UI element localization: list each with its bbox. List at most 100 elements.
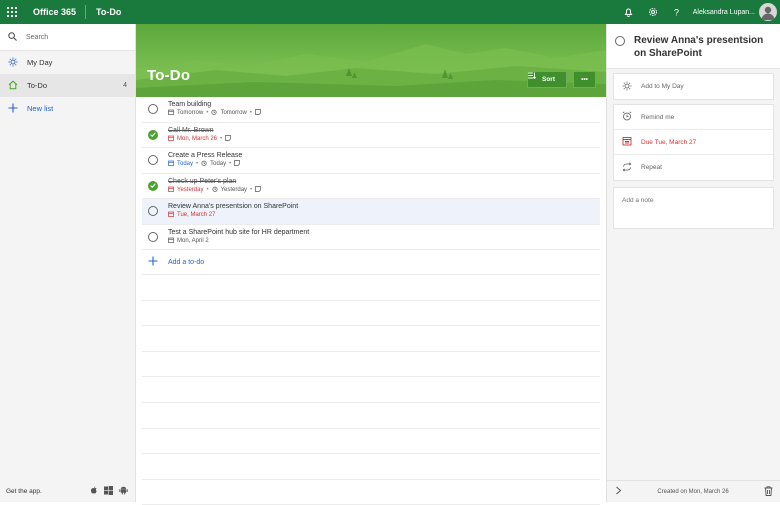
sun-icon	[8, 57, 18, 69]
trash-icon[interactable]	[764, 485, 773, 498]
task-title: Call Mr. Brown	[168, 126, 214, 134]
note-icon	[225, 134, 231, 143]
search-icon	[8, 28, 17, 46]
waffle-icon[interactable]	[0, 0, 24, 24]
my-day-card: Add to My Day	[613, 73, 774, 100]
android-icon[interactable]	[119, 486, 128, 497]
schedule-card: Remind me Due Tue, March 27 Repeat	[613, 104, 774, 181]
calendar-icon	[168, 237, 174, 245]
sort-button[interactable]: Sort	[527, 71, 567, 88]
note-icon	[255, 109, 261, 117]
new-list-button[interactable]: New list	[0, 97, 135, 120]
task-row[interactable]: Check up Peter's plan Yesterday • Yester…	[142, 174, 600, 199]
add-to-my-day-label: Add to My Day	[641, 83, 684, 90]
due-date: Tomorrow	[177, 110, 204, 117]
detail-task-title[interactable]: Review Anna's presentsion on SharePoint	[634, 34, 774, 60]
sun-icon	[622, 81, 632, 93]
top-bar: Office 365 To-Do ? Aleksandra Lupan...	[0, 0, 780, 24]
calendar-icon	[622, 136, 632, 148]
task-title: Check up Peter's plan	[168, 177, 237, 185]
more-icon: •••	[581, 76, 588, 83]
sidebar: Search My Day To-Do 4 New list Get the a…	[0, 24, 136, 502]
check-icon	[150, 132, 156, 138]
task-row[interactable]: Test a SharePoint hub site for HR depart…	[142, 225, 600, 250]
home-icon	[8, 80, 18, 92]
separator-dot: •	[250, 186, 253, 193]
get-app-footer: Get the app.	[0, 480, 136, 502]
add-todo-input[interactable]: Add a to-do	[168, 259, 204, 266]
repeat-icon	[622, 162, 632, 174]
due-date-button[interactable]: Due Tue, March 27	[614, 130, 773, 155]
task-detail-pane: Review Anna's presentsion on SharePoint …	[606, 24, 780, 502]
due-date: Today	[177, 161, 194, 168]
calendar-icon	[168, 109, 174, 117]
list-title: To-Do	[147, 67, 191, 84]
reminder-icon	[201, 160, 207, 168]
add-todo-button[interactable]: Add a to-do	[142, 250, 600, 275]
complete-checkbox[interactable]	[148, 129, 158, 140]
suite-title[interactable]: Office 365	[24, 5, 87, 19]
sidebar-item-my-day[interactable]: My Day	[0, 51, 135, 74]
check-icon	[150, 183, 156, 189]
get-app-label[interactable]: Get the app.	[6, 488, 42, 495]
complete-checkbox[interactable]	[615, 36, 625, 46]
task-row[interactable]: Call Mr. Brown Mon, March 26 •	[142, 123, 600, 148]
search-box[interactable]: Search	[0, 24, 135, 51]
reminder-icon	[212, 186, 218, 194]
calendar-icon	[168, 211, 174, 219]
created-date: Created on Mon, March 26	[657, 488, 729, 495]
user-name[interactable]: Aleksandra Lupan...	[689, 9, 759, 16]
note-field[interactable]: Add a note	[613, 187, 774, 229]
task-row[interactable]: Team building Tomorrow • Tomorrow •	[142, 97, 600, 123]
repeat-button[interactable]: Repeat	[614, 155, 773, 180]
svg-text:?: ?	[674, 8, 679, 18]
task-row[interactable]: Create a Press Release Today • Today •	[142, 148, 600, 174]
plus-icon	[148, 256, 158, 268]
help-icon[interactable]: ?	[665, 0, 689, 24]
apple-icon[interactable]	[90, 486, 98, 497]
complete-checkbox[interactable]	[148, 104, 158, 115]
task-title: Team building	[168, 101, 212, 109]
due-date-label: Due Tue, March 27	[641, 138, 697, 146]
reminder-date: Tomorrow	[220, 110, 247, 117]
remind-me-label: Remind me	[641, 113, 675, 121]
plus-icon	[8, 103, 18, 115]
complete-checkbox[interactable]	[148, 155, 158, 166]
app-title[interactable]: To-Do	[86, 7, 121, 17]
chevron-right-icon[interactable]	[615, 486, 622, 497]
note-icon	[234, 160, 241, 168]
detail-footer: Created on Mon, March 26	[607, 480, 780, 502]
sidebar-item-label: My Day	[27, 58, 53, 67]
due-date: Mon, April 2	[177, 237, 209, 244]
more-options-button[interactable]: •••	[573, 71, 596, 88]
bell-icon[interactable]	[617, 0, 641, 24]
add-to-my-day-button[interactable]: Add to My Day	[614, 74, 773, 99]
repeat-label: Repeat	[641, 164, 662, 171]
remind-me-button[interactable]: Remind me	[614, 105, 773, 130]
gear-icon[interactable]	[641, 0, 665, 24]
new-list-label: New list	[27, 104, 54, 113]
task-list-pane: To-Do Sort ••• Team building Tomorrow • …	[136, 24, 606, 505]
task-title: Create a Press Release	[168, 152, 243, 160]
complete-checkbox[interactable]	[148, 231, 158, 242]
list-banner: To-Do Sort •••	[136, 24, 606, 97]
search-input[interactable]: Search	[26, 34, 48, 41]
separator-dot: •	[206, 186, 209, 193]
separator-dot: •	[196, 161, 199, 168]
complete-checkbox[interactable]	[148, 180, 158, 191]
reminder-date: Today	[210, 161, 227, 168]
due-date: Yesterday	[177, 186, 204, 193]
task-count: 4	[123, 82, 127, 89]
separator-dot: •	[229, 161, 232, 168]
complete-checkbox[interactable]	[148, 206, 158, 217]
sidebar-item-label: To-Do	[27, 81, 48, 90]
task-list: Team building Tomorrow • Tomorrow • Call…	[136, 97, 606, 275]
separator-dot: •	[220, 135, 223, 142]
avatar[interactable]	[759, 3, 777, 21]
separator-dot: •	[249, 110, 252, 117]
due-date: Mon, March 26	[177, 135, 218, 142]
task-row-selected[interactable]: Review Anna's presentsion on SharePoint …	[142, 199, 600, 225]
windows-icon[interactable]	[104, 485, 113, 497]
sidebar-item-to-do[interactable]: To-Do 4	[0, 74, 135, 97]
calendar-icon	[168, 186, 174, 194]
